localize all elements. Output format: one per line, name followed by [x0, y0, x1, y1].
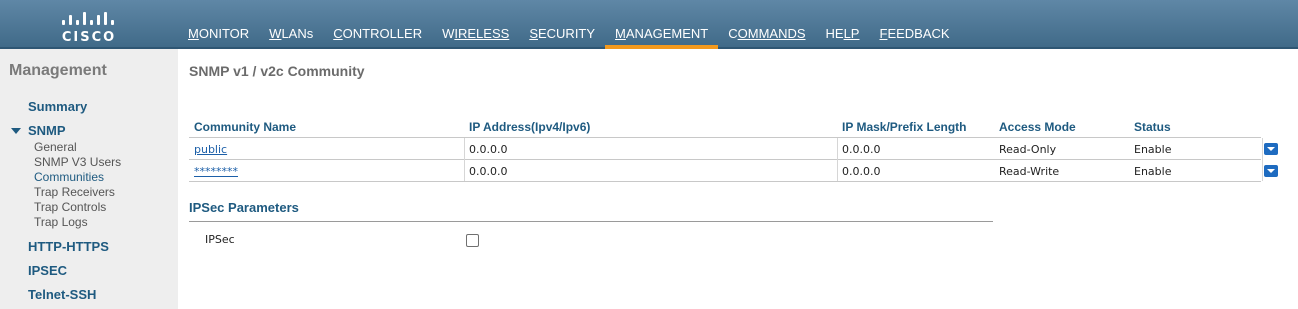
- sidebar-item-snmp[interactable]: SNMP: [28, 123, 66, 138]
- sidebar-item-ipsec[interactable]: IPSEC: [28, 263, 67, 278]
- table-row-divider: [189, 181, 1261, 182]
- section-divider: [189, 221, 993, 222]
- sidebar-sub-trap-controls[interactable]: Trap Controls: [34, 200, 106, 214]
- nav-monitor[interactable]: MONITOR: [178, 21, 259, 49]
- cisco-bridge-icon: [54, 5, 124, 25]
- table-row-divider: [189, 159, 1261, 160]
- cell-ip-mask: 0.0.0.0: [842, 165, 881, 178]
- nav-feedback[interactable]: FEEDBACK: [869, 21, 959, 49]
- sidebar-item-summary[interactable]: Summary: [28, 99, 87, 114]
- cell-access-mode: Read-Write: [999, 165, 1060, 178]
- row-actions-dropdown-icon[interactable]: [1264, 165, 1278, 177]
- nav-management[interactable]: MANAGEMENT: [605, 21, 719, 49]
- caret-down-icon[interactable]: [11, 128, 21, 134]
- sidebar-sub-general[interactable]: General: [34, 140, 77, 154]
- sidebar: Management Summary SNMP General SNMP V3 …: [0, 49, 178, 309]
- nav-security[interactable]: SECURITY: [519, 21, 605, 49]
- cell-ip-address: 0.0.0.0: [469, 165, 508, 178]
- ipsec-label: IPSec: [205, 233, 235, 246]
- nav-wlans[interactable]: WLANs: [259, 21, 323, 49]
- sidebar-sub-snmp-v3-users[interactable]: SNMP V3 Users: [34, 155, 121, 169]
- col-header-access-mode: Access Mode: [999, 120, 1076, 134]
- table-header-rule: [189, 137, 1261, 138]
- sidebar-item-telnet-ssh[interactable]: Telnet-SSH: [28, 287, 96, 302]
- nav-commands[interactable]: COMMANDS: [718, 21, 815, 49]
- community-link-masked[interactable]: ********: [194, 165, 238, 178]
- ipsec-section-title: IPSec Parameters: [189, 200, 299, 215]
- sidebar-title: Management: [9, 62, 107, 79]
- main-nav: MONITOR WLANs CONTROLLER WIRELESS SECURI…: [178, 21, 960, 49]
- cisco-logo[interactable]: CISCO: [54, 5, 124, 45]
- column-divider: [1262, 138, 1263, 181]
- sidebar-sub-trap-receivers[interactable]: Trap Receivers: [34, 185, 115, 199]
- row-actions-dropdown-icon[interactable]: [1264, 143, 1278, 155]
- cell-status: Enable: [1134, 143, 1172, 156]
- col-header-status: Status: [1134, 120, 1171, 134]
- column-divider: [464, 138, 465, 181]
- column-divider: [837, 138, 838, 181]
- cell-access-mode: Read-Only: [999, 143, 1057, 156]
- nav-help[interactable]: HELP: [816, 21, 870, 49]
- nav-wireless[interactable]: WIRELESS: [432, 21, 519, 49]
- sidebar-sub-communities[interactable]: Communities: [34, 170, 104, 184]
- cisco-wordmark: CISCO: [61, 30, 117, 45]
- sidebar-sub-trap-logs[interactable]: Trap Logs: [34, 215, 88, 229]
- col-header-ip-address: IP Address(Ipv4/Ipv6): [469, 120, 591, 134]
- community-link-public[interactable]: public: [194, 143, 227, 156]
- sidebar-item-http-https[interactable]: HTTP-HTTPS: [28, 239, 109, 254]
- col-header-community-name: Community Name: [194, 120, 297, 134]
- col-header-ip-mask: IP Mask/Prefix Length: [842, 120, 967, 134]
- cell-ip-mask: 0.0.0.0: [842, 143, 881, 156]
- page-title: SNMP v1 / v2c Community: [189, 63, 365, 79]
- cell-status: Enable: [1134, 165, 1172, 178]
- nav-controller[interactable]: CONTROLLER: [323, 21, 432, 49]
- cell-ip-address: 0.0.0.0: [469, 143, 508, 156]
- ipsec-checkbox[interactable]: [466, 234, 479, 247]
